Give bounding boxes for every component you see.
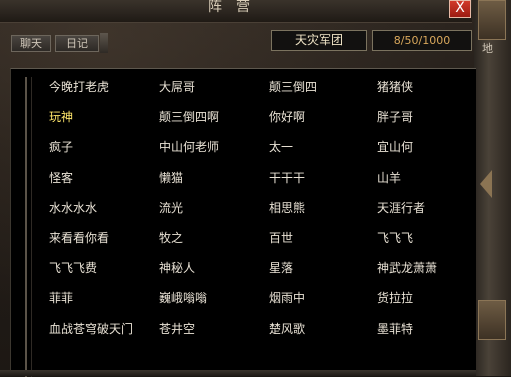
member-name[interactable]: 菲菲 [49,288,159,308]
member-name[interactable]: 颠三倒四啊 [159,107,269,127]
window-title: 阵营 [208,0,264,15]
member-name[interactable]: 大屌哥 [159,77,269,97]
member-name[interactable]: 水水水水 [49,198,159,218]
member-name[interactable]: 颠三倒四 [269,77,379,97]
member-name[interactable]: 山羊 [377,168,487,188]
member-name[interactable]: 猪猪侠 [377,77,487,97]
member-name[interactable]: 飞飞飞 [377,228,487,248]
list-divider-shadow [31,77,32,377]
member-name[interactable]: 牧之 [159,228,269,248]
member-name[interactable]: 宜山何 [377,137,487,157]
member-name[interactable]: 神秘人 [159,258,269,278]
member-name[interactable]: 天涯行者 [377,198,487,218]
bottom-border [0,370,476,376]
member-name[interactable]: 苍井空 [159,319,269,339]
member-name[interactable]: 干干干 [269,168,379,188]
member-name[interactable]: 巍峨嗡嗡 [159,288,269,308]
faction-window: 阵营 X 地 聊天 日记 天灾军团 8/50/1000 今晚打老虎 大屌哥 颠三倒四… [0,0,511,377]
member-name[interactable]: 太一 [269,137,379,157]
member-name[interactable]: 怪客 [49,168,159,188]
member-name[interactable]: 楚风歌 [269,319,379,339]
member-name[interactable]: 流光 [159,198,269,218]
member-name[interactable]: 你好啊 [269,107,379,127]
member-list-panel: 今晚打老虎 大屌哥 颠三倒四 猪猪侠 玩神 颠三倒四啊 你好啊 胖子哥 疯子 中山何老师 太一 宜山何… [10,68,476,377]
member-name[interactable]: 百世 [269,228,379,248]
member-name[interactable]: 中山何老师 [159,137,269,157]
tab-chat[interactable]: 聊天 [11,35,51,52]
close-button[interactable]: X [449,0,471,18]
tab-divider [100,33,108,53]
member-name[interactable]: 烟雨中 [269,288,379,308]
title-bar[interactable]: 阵营 [0,0,472,23]
member-name[interactable]: 货拉拉 [377,288,487,308]
member-name[interactable]: 疯子 [49,137,159,157]
member-name[interactable]: 胖子哥 [377,107,487,127]
member-name[interactable]: 相思熊 [269,198,379,218]
member-name[interactable]: 玩神 [49,107,159,127]
side-label: 地 [482,42,493,55]
ornament-bolt-icon [478,0,506,40]
member-name[interactable]: 飞飞飞费 [49,258,159,278]
member-name[interactable]: 来看看你看 [49,228,159,248]
member-count: 8/50/1000 [372,30,472,51]
member-name[interactable]: 墨菲特 [377,319,487,339]
member-name[interactable]: 今晚打老虎 [49,77,159,97]
member-name[interactable]: 星落 [269,258,379,278]
member-name[interactable]: 血战苍穹破天门 [49,319,159,339]
member-name[interactable]: 神武龙萧萧 [377,258,487,278]
tab-diary[interactable]: 日记 [55,35,99,52]
member-name[interactable]: 懒猫 [159,168,269,188]
list-divider [25,77,27,377]
faction-name: 天灾军团 [271,30,367,51]
